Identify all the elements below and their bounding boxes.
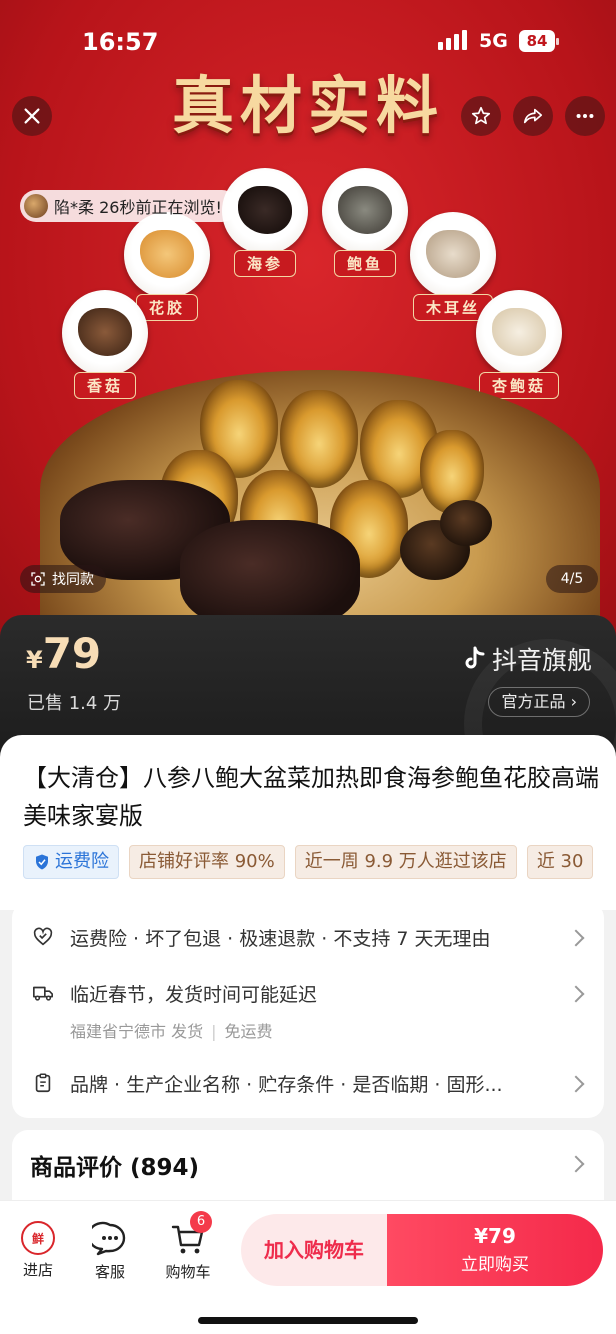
- chat-icon: [87, 1221, 126, 1256]
- cart-tab[interactable]: 6 购物车: [158, 1211, 218, 1282]
- tag-store-visits[interactable]: 近一周 9.9 万人逛过该店: [294, 845, 517, 879]
- product-image-carousel[interactable]: 16:57 5G 84 真材实料 海参 鲍鱼 花胶 木耳丝 香菇 杏鲍菇 陷*柔…: [0, 0, 616, 650]
- service-card: 运费险 · 坏了包退 · 极速退款 · 不支持 7 天无理由 临近春节，发货时间…: [12, 902, 604, 1118]
- close-button[interactable]: [12, 96, 52, 136]
- tag-recent[interactable]: 近 30: [526, 845, 594, 879]
- service-guarantee-row[interactable]: 运费险 · 坏了包退 · 极速退款 · 不支持 7 天无理由: [12, 924, 604, 954]
- store-logo-icon: 鲜: [21, 1221, 55, 1255]
- scan-icon: [31, 572, 45, 586]
- more-button[interactable]: [565, 96, 605, 136]
- dish-image: [40, 370, 600, 650]
- status-bar: 16:57 5G 84: [0, 26, 616, 58]
- service-params-row[interactable]: 品牌 · 生产企业名称 · 贮存条件 · 是否临期 · 固形...: [12, 1070, 604, 1100]
- share-icon: [523, 108, 543, 124]
- home-indicator[interactable]: [198, 1317, 418, 1324]
- cart-count-badge: 6: [190, 1211, 212, 1233]
- product-tags: 运费险 店铺好评率 90% 近一周 9.9 万人逛过该店 近 30: [23, 845, 616, 879]
- avatar: [24, 194, 48, 218]
- more-icon: [576, 113, 594, 119]
- find-same-button[interactable]: 找同款: [20, 565, 106, 593]
- share-button[interactable]: [513, 96, 553, 136]
- tag-store-rating[interactable]: 店铺好评率 90%: [129, 845, 285, 879]
- service-shipping-row[interactable]: 临近春节，发货时间可能延迟 福建省宁德市 发货 | 免运费: [12, 980, 604, 1041]
- close-icon: [24, 108, 40, 124]
- chevron-right-icon: [567, 929, 585, 947]
- chevron-right-icon: ›: [570, 692, 577, 711]
- douyin-icon: [465, 646, 485, 669]
- purchase-actions: 加入购物车 ¥79 立即购买: [241, 1214, 603, 1286]
- ingredient-shiitake: 香菇: [62, 290, 148, 399]
- network-type: 5G: [479, 30, 508, 52]
- ingredient-king-oyster: 杏鲍菇: [476, 290, 562, 399]
- ingredient-sea-cucumber: 海参: [222, 168, 308, 277]
- brand-label: 抖音旗舰: [462, 641, 592, 677]
- sold-count: 已售 1.4 万: [27, 693, 122, 714]
- clipboard-icon: [35, 1073, 51, 1093]
- ingredient-abalone: 鲍鱼: [322, 168, 408, 277]
- official-authentic-button[interactable]: 官方正品 ›: [488, 687, 590, 717]
- tag-shipping-insurance[interactable]: 运费险: [23, 845, 119, 879]
- truck-icon: [33, 986, 53, 1001]
- bottom-action-bar: 鲜 进店 客服 6 购物车 加入购物车 ¥79 立即购买: [0, 1200, 616, 1334]
- image-pager: 4/5: [546, 565, 598, 593]
- status-time: 16:57: [82, 28, 159, 56]
- browsing-notice: 陷*柔 26秒前正在浏览!: [20, 190, 238, 222]
- store-tab[interactable]: 鲜 进店: [8, 1221, 68, 1280]
- favorite-button[interactable]: [461, 96, 501, 136]
- price: ¥79: [26, 629, 102, 678]
- buy-now-button[interactable]: ¥79 立即购买: [387, 1214, 603, 1286]
- signal-icon: [438, 30, 467, 50]
- chevron-right-icon: [567, 985, 585, 1003]
- star-icon: [471, 106, 491, 125]
- heart-shield-icon: [33, 927, 53, 946]
- shield-check-icon: [36, 854, 48, 870]
- battery-icon: 84: [519, 30, 559, 52]
- product-info-card: 【大清仓】八参八鲍大盆菜加热即食海参鲍鱼花胶高端美味家宴版 运费险 店铺好评率 …: [0, 735, 616, 910]
- customer-service-tab[interactable]: 客服: [80, 1221, 140, 1282]
- chevron-right-icon: [567, 1075, 585, 1093]
- chevron-right-icon: [567, 1155, 585, 1173]
- reviews-title: 商品评价 (894): [30, 1155, 200, 1181]
- product-title: 【大清仓】八参八鲍大盆菜加热即食海参鲍鱼花胶高端美味家宴版: [23, 764, 599, 830]
- add-to-cart-button[interactable]: 加入购物车: [241, 1214, 387, 1286]
